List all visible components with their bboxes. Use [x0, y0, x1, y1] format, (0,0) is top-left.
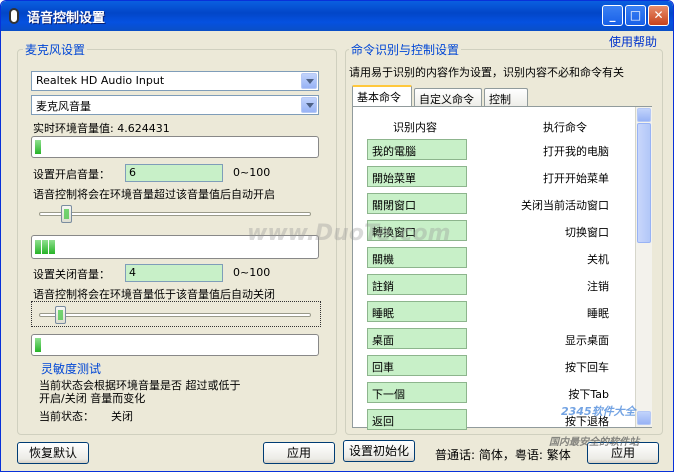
- column-header-execute: 执行命令: [543, 121, 587, 134]
- execute-cell: 打开我的电脑: [543, 145, 609, 158]
- command-panel: 识别内容 执行命令 我的電腦 打开我的电脑開始菜單 打开开始菜单關閉窗口 关闭当前活动…: [352, 106, 652, 430]
- start-volume-slider-track[interactable]: [39, 212, 311, 216]
- stop-volume-slider-track[interactable]: [39, 313, 311, 317]
- apply-left-button[interactable]: 应用: [263, 442, 335, 464]
- execute-cell: 显示桌面: [565, 334, 609, 347]
- stop-volume-range: 0~100: [233, 266, 271, 279]
- status-value: 关闭: [111, 410, 133, 423]
- ambient-volume-meter: [31, 136, 319, 158]
- execute-cell: 关机: [587, 253, 609, 266]
- execute-cell: 睡眠: [587, 307, 609, 320]
- execute-cell: 关闭当前活动窗口: [521, 199, 609, 212]
- tab-basic-commands[interactable]: 基本命令: [352, 85, 412, 107]
- meter-fill: [35, 140, 41, 154]
- init-settings-button[interactable]: 设置初始化: [343, 440, 415, 462]
- chevron-down-icon[interactable]: [301, 73, 317, 89]
- execute-cell: 打开开始菜单: [543, 172, 609, 185]
- status-label: 当前状态：: [39, 410, 94, 423]
- start-volume-field[interactable]: 6: [125, 164, 223, 182]
- recognize-cell[interactable]: 桌面: [367, 328, 467, 349]
- execute-cell: 注销: [587, 280, 609, 293]
- recognize-cell[interactable]: 回車: [367, 355, 467, 376]
- start-volume-label: 设置开启音量：: [33, 168, 110, 181]
- command-scrollbar[interactable]: [635, 107, 652, 427]
- execute-cell: 按下Tab: [568, 388, 609, 401]
- close-button[interactable]: ✕: [648, 5, 669, 26]
- start-volume-range: 0~100: [233, 166, 271, 179]
- main-window: 语音控制设置 _ □ ✕ 使用帮助 麦克风设置 Realtek HD Audio…: [0, 0, 674, 472]
- device-select[interactable]: Realtek HD Audio Input: [31, 71, 319, 91]
- watermark-brand-sub: 国内最安全的软件站: [549, 437, 639, 448]
- recognize-cell[interactable]: 開始菜單: [367, 166, 467, 187]
- meter-segment: [35, 140, 41, 154]
- stop-volume-meter: [31, 334, 319, 356]
- stop-volume-label: 设置关闭音量：: [33, 268, 110, 281]
- meter-segment: [35, 240, 41, 254]
- sensitivity-line2: 开启/关闭 音量而变化: [39, 392, 146, 405]
- device-select-value: Realtek HD Audio Input: [36, 74, 165, 87]
- mic-group-title: 麦克风设置: [23, 41, 88, 58]
- watermark-center: www.DuoTe.com: [247, 221, 451, 246]
- scroll-down-button[interactable]: [637, 411, 651, 425]
- stop-volume-slider-thumb[interactable]: [55, 306, 67, 324]
- restore-default-button[interactable]: 恢复默认: [17, 442, 89, 464]
- recognize-cell[interactable]: 註銷: [367, 274, 467, 295]
- tab-custom-commands[interactable]: 自定义命令: [414, 88, 482, 108]
- column-header-recognize: 识别内容: [393, 121, 437, 134]
- stop-volume-description: 语音控制将会在环境音量低于该音量值后自动关闭: [33, 288, 275, 301]
- minimize-button[interactable]: _: [602, 5, 623, 26]
- window-title: 语音控制设置: [27, 11, 106, 26]
- meter-segment: [35, 338, 41, 352]
- stop-volume-field[interactable]: 4: [125, 264, 223, 282]
- help-link[interactable]: 使用帮助: [609, 33, 657, 50]
- recognize-cell[interactable]: 睡眠: [367, 301, 467, 322]
- source-select[interactable]: 麦克风音量: [31, 95, 319, 115]
- title-bar[interactable]: 语音控制设置 _ □ ✕: [1, 1, 673, 31]
- ambient-volume-label: 实时环境音量值: 4.624431: [33, 122, 170, 135]
- maximize-button[interactable]: □: [625, 5, 646, 26]
- command-hint: 请用易于识别的内容作为设置，识别内容不必和命令有关: [349, 66, 624, 79]
- start-volume-slider-thumb[interactable]: [60, 205, 72, 223]
- microphone-icon: [9, 8, 19, 24]
- command-group-title: 命令识别与控制设置: [349, 41, 462, 58]
- recognize-cell[interactable]: 下一個: [367, 382, 467, 403]
- execute-cell: 切换窗口: [565, 226, 609, 239]
- meter-fill: [35, 338, 41, 352]
- execute-cell: 按下回车: [565, 361, 609, 374]
- recognize-cell[interactable]: 返回: [367, 409, 467, 430]
- scroll-thumb[interactable]: [637, 123, 651, 243]
- recognize-cell[interactable]: 關閉窗口: [367, 193, 467, 214]
- meter-segment: [42, 240, 48, 254]
- recognize-cell[interactable]: 我的電腦: [367, 139, 467, 160]
- start-volume-description: 语音控制将会在环境音量超过该音量值后自动开启: [33, 188, 275, 201]
- meter-segment: [49, 240, 55, 254]
- meter-fill: [35, 240, 55, 254]
- language-info: 普通话: 简体，粤语: 繁体: [435, 448, 571, 462]
- scroll-up-button[interactable]: [637, 108, 651, 122]
- source-select-value: 麦克风音量: [36, 100, 91, 113]
- recognize-cell[interactable]: 關機: [367, 247, 467, 268]
- sensitivity-title: 灵敏度测试: [39, 360, 104, 377]
- tab-control[interactable]: 控制: [484, 88, 528, 108]
- watermark-brand: 2345软件大全: [561, 405, 636, 418]
- chevron-down-icon[interactable]: [301, 97, 317, 113]
